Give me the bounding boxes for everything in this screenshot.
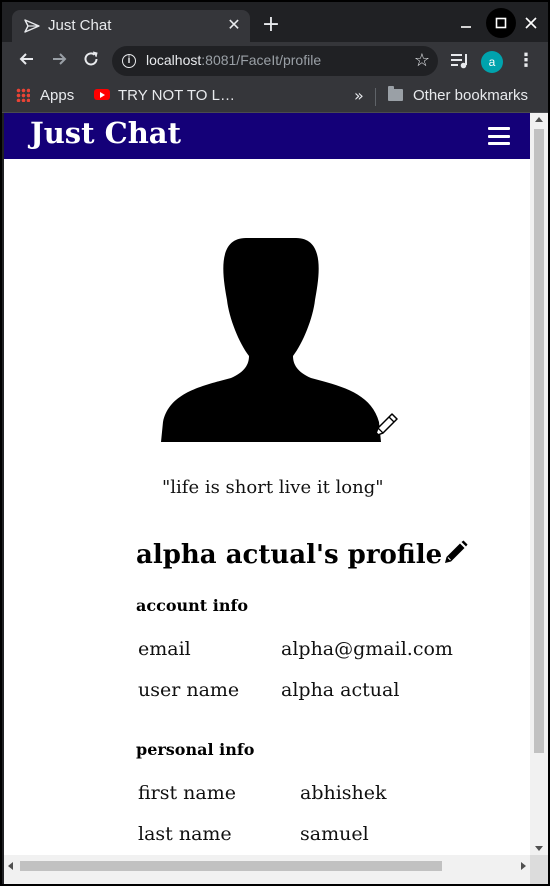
scroll-down-icon[interactable] (535, 846, 543, 851)
personal-info-heading: personal info (136, 740, 255, 759)
youtube-icon (94, 89, 110, 100)
profile-title-text: alpha actual's profile (136, 540, 443, 570)
url-text: localhost:8081/FaceIt/profile (146, 52, 322, 68)
send-arrow-icon (24, 19, 40, 33)
close-window-icon[interactable] (519, 12, 543, 36)
vertical-scroll-thumb[interactable] (534, 129, 544, 753)
apps-grid-icon (16, 88, 30, 102)
page-title: alpha actual's profile (136, 540, 468, 570)
bookmark-apps[interactable]: Apps (16, 86, 74, 106)
hamburger-menu-icon[interactable] (488, 127, 510, 145)
reload-icon (84, 51, 98, 66)
horizontal-scroll-thumb[interactable] (20, 861, 442, 871)
bookmark-youtube[interactable]: TRY NOT TO L… (94, 86, 235, 106)
profile-avatar[interactable]: a (481, 51, 503, 73)
bookmark-other[interactable]: Other bookmarks (388, 86, 528, 106)
address-bar[interactable]: i localhost:8081/FaceIt/profile ☆ (112, 46, 438, 76)
three-dots-icon[interactable]: ⋮ (517, 51, 535, 71)
star-icon[interactable]: ☆ (414, 50, 430, 71)
info-icon[interactable]: i (122, 54, 136, 68)
app-navbar: Just Chat (4, 113, 530, 159)
first-name-label: first name (138, 782, 237, 804)
arrow-right-icon (53, 53, 67, 65)
status-quote: "life is short live it long" (162, 477, 384, 498)
media-queue-icon[interactable] (450, 52, 470, 70)
scroll-up-icon[interactable] (535, 117, 543, 122)
folder-icon (388, 86, 403, 101)
horizontal-scrollbar[interactable] (4, 855, 530, 884)
new-tab-button[interactable]: + (260, 14, 282, 36)
bookmarks-bar: Apps TRY NOT TO L… » Other bookmarks (2, 80, 548, 113)
browser-toolbar: i localhost:8081/FaceIt/profile ☆ a ⋮ (2, 42, 548, 80)
bookmarks-overflow-button[interactable]: » (354, 86, 364, 105)
bookmark-apps-label: Apps (40, 87, 75, 104)
forward-button[interactable] (48, 50, 70, 72)
back-button[interactable] (16, 50, 38, 72)
username-value: alpha actual (281, 679, 400, 701)
edit-photo-pencil-icon[interactable] (370, 411, 400, 441)
close-tab-icon[interactable]: ✕ (224, 15, 244, 35)
scrollbar-corner (530, 855, 548, 884)
brand-title[interactable]: Just Chat (30, 116, 181, 150)
last-name-value: samuel (300, 823, 369, 845)
arrow-left-icon (19, 53, 33, 65)
minimize-window-icon[interactable] (454, 12, 478, 36)
scroll-right-icon[interactable] (521, 862, 526, 870)
scroll-left-icon[interactable] (8, 862, 13, 870)
page-viewport: Just Chat "life is short live it long" a… (4, 113, 530, 855)
vertical-scrollbar[interactable] (530, 113, 548, 855)
tab-just-chat[interactable]: Just Chat ✕ (12, 10, 250, 42)
last-name-label: last name (138, 823, 232, 845)
username-label: user name (138, 679, 240, 701)
profile-photo (161, 238, 381, 442)
reload-button[interactable] (80, 50, 102, 72)
tab-title: Just Chat (48, 17, 112, 34)
email-value: alpha@gmail.com (281, 638, 453, 660)
email-label: email (138, 638, 191, 660)
browser-window: Just Chat ✕ + i localhost:8081/FaceIt/pr… (2, 2, 548, 884)
tab-strip: Just Chat ✕ + (2, 2, 548, 42)
account-info-heading: account info (136, 596, 249, 615)
maximize-window-icon[interactable] (486, 8, 516, 38)
bookmarks-separator (375, 88, 376, 106)
first-name-value: abhishek (300, 782, 387, 804)
bookmark-youtube-label: TRY NOT TO L… (118, 87, 235, 104)
edit-profile-pencil-icon[interactable] (442, 540, 468, 566)
bookmark-other-label: Other bookmarks (413, 87, 529, 104)
